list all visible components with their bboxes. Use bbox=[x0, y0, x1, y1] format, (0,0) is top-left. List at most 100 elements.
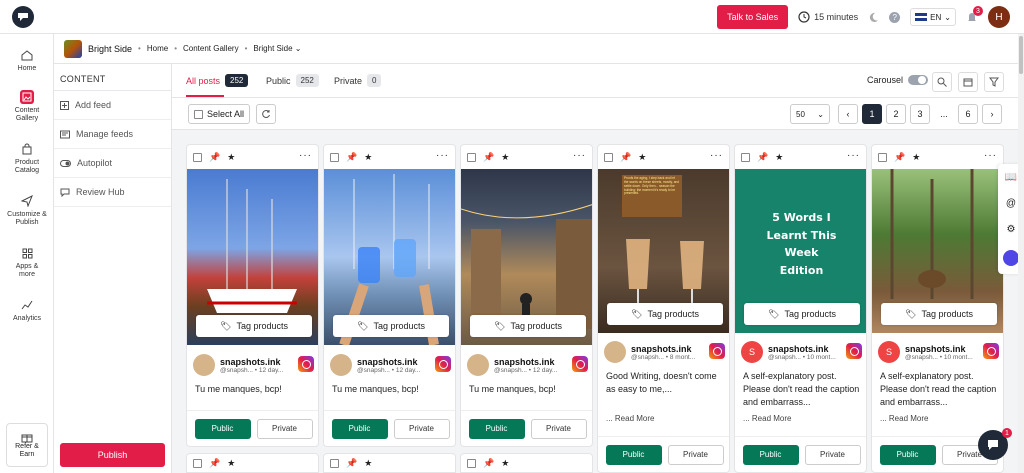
help-icon[interactable]: ? bbox=[889, 11, 901, 23]
book-icon[interactable]: 📖 bbox=[1005, 172, 1017, 183]
pin-icon[interactable]: 📌 bbox=[209, 458, 220, 469]
post-card[interactable]: 📌 ★ ··· 🏷 Tag products snapshots.ink @snap… bbox=[186, 144, 319, 447]
refresh-button[interactable] bbox=[256, 104, 276, 124]
post-card[interactable]: 📌 ★ ··· 🏷 Tag products S snapshots.ink @sn… bbox=[871, 144, 1004, 473]
star-icon[interactable]: ★ bbox=[227, 152, 235, 163]
star-icon[interactable]: ★ bbox=[912, 152, 920, 163]
page-button[interactable]: 2 bbox=[886, 104, 906, 124]
card-checkbox[interactable] bbox=[878, 152, 887, 162]
post-card-partial[interactable]: 📌 ★ bbox=[186, 453, 319, 473]
calendar-button[interactable] bbox=[958, 72, 978, 92]
make-public-button[interactable]: Public bbox=[468, 418, 525, 439]
tab-private[interactable]: Private 0 bbox=[334, 74, 382, 87]
select-all-checkbox[interactable]: Select All bbox=[188, 104, 251, 124]
make-public-button[interactable]: Public bbox=[194, 418, 251, 439]
search-button[interactable] bbox=[932, 72, 952, 92]
tag-products-button[interactable]: 🏷 Tag products bbox=[333, 315, 449, 337]
at-icon[interactable]: @ bbox=[1006, 198, 1016, 209]
star-icon[interactable]: ★ bbox=[364, 458, 372, 469]
post-card-partial[interactable]: 📌 ★ bbox=[460, 453, 593, 473]
make-private-button[interactable]: Private bbox=[530, 418, 587, 439]
post-card[interactable]: 📌 ★ ··· 🏷 Tag products snapshots.ink @snap… bbox=[460, 144, 593, 447]
app-logo[interactable] bbox=[12, 6, 34, 28]
assistant-icon[interactable] bbox=[1003, 250, 1019, 267]
subnav-autopilot[interactable]: Autopilot bbox=[54, 149, 171, 178]
make-private-button[interactable]: Private bbox=[804, 444, 861, 465]
notifications-button[interactable]: 3 bbox=[966, 6, 983, 23]
sidebar-item-home[interactable]: Home bbox=[0, 48, 54, 73]
pin-icon[interactable]: 📌 bbox=[209, 152, 220, 163]
make-private-button[interactable]: Private bbox=[256, 418, 313, 439]
per-page-select[interactable]: 50 ⌄ bbox=[790, 104, 830, 124]
read-more-link[interactable]: ... Read More bbox=[880, 414, 928, 423]
star-icon[interactable]: ★ bbox=[638, 152, 646, 163]
breadcrumb-home[interactable]: Home bbox=[147, 44, 168, 53]
more-options-icon[interactable]: ··· bbox=[436, 150, 449, 161]
talk-to-sales-button[interactable]: Talk to Sales bbox=[717, 5, 789, 29]
pin-icon[interactable]: 📌 bbox=[483, 152, 494, 163]
star-icon[interactable]: ★ bbox=[227, 458, 235, 469]
filter-button[interactable] bbox=[984, 72, 1004, 92]
pin-icon[interactable]: 📌 bbox=[894, 152, 905, 163]
chat-launcher-button[interactable]: 1 bbox=[978, 428, 1012, 460]
pin-icon[interactable]: 📌 bbox=[620, 152, 631, 163]
more-options-icon[interactable]: ··· bbox=[573, 150, 586, 161]
card-checkbox[interactable] bbox=[330, 152, 339, 162]
sidebar-item-customize-publish[interactable]: Customize & Publish bbox=[0, 194, 54, 228]
post-card[interactable]: 📌 ★ ··· Proofs the aging, I step back an… bbox=[597, 144, 730, 473]
publish-button[interactable]: Publish bbox=[60, 443, 165, 467]
card-checkbox[interactable] bbox=[741, 152, 750, 162]
page-scrollbar[interactable] bbox=[1018, 34, 1024, 473]
pin-icon[interactable]: 📌 bbox=[757, 152, 768, 163]
subnav-add-feed[interactable]: Add feed bbox=[54, 91, 171, 120]
post-card[interactable]: 📌 ★ ··· 🏷 Tag products snapshots.ink @snap… bbox=[323, 144, 456, 447]
sidebar-item-analytics[interactable]: Analytics bbox=[0, 298, 54, 323]
card-checkbox[interactable] bbox=[330, 458, 339, 468]
tag-products-button[interactable]: 🏷 Tag products bbox=[607, 303, 723, 325]
page-button[interactable]: 1 bbox=[862, 104, 882, 124]
more-options-icon[interactable]: ··· bbox=[710, 150, 723, 161]
read-more-link[interactable]: ... Read More bbox=[743, 414, 791, 423]
language-select[interactable]: EN ⌄ bbox=[910, 8, 956, 26]
card-checkbox[interactable] bbox=[193, 152, 202, 162]
pin-icon[interactable]: 📌 bbox=[346, 152, 357, 163]
make-public-button[interactable]: Public bbox=[742, 444, 799, 465]
page-button[interactable]: 6 bbox=[958, 104, 978, 124]
star-icon[interactable]: ★ bbox=[501, 152, 509, 163]
page-button[interactable]: 3 bbox=[910, 104, 930, 124]
tag-products-button[interactable]: 🏷 Tag products bbox=[744, 303, 860, 325]
subnav-review-hub[interactable]: Review Hub bbox=[54, 178, 171, 207]
make-public-button[interactable]: Public bbox=[879, 444, 936, 465]
make-public-button[interactable]: Public bbox=[331, 418, 388, 439]
read-more-link[interactable]: ... Read More bbox=[606, 414, 654, 423]
breadcrumb-current[interactable]: Bright Side ⌄ bbox=[253, 44, 301, 53]
card-checkbox[interactable] bbox=[604, 152, 613, 162]
sidebar-item-apps[interactable]: Apps & more bbox=[0, 246, 54, 280]
star-icon[interactable]: ★ bbox=[775, 152, 783, 163]
next-page-button[interactable]: › bbox=[982, 104, 1002, 124]
subnav-manage-feeds[interactable]: Manage feeds bbox=[54, 120, 171, 149]
make-public-button[interactable]: Public bbox=[605, 444, 662, 465]
tab-all-posts[interactable]: All posts 252 bbox=[186, 74, 249, 87]
prev-page-button[interactable]: ‹ bbox=[838, 104, 858, 124]
post-card-partial[interactable]: 📌 ★ bbox=[323, 453, 456, 473]
card-checkbox[interactable] bbox=[193, 458, 202, 468]
more-options-icon[interactable]: ··· bbox=[984, 150, 997, 161]
pin-icon[interactable]: 📌 bbox=[346, 458, 357, 469]
make-private-button[interactable]: Private bbox=[667, 444, 724, 465]
card-checkbox[interactable] bbox=[467, 458, 476, 468]
more-options-icon[interactable]: ··· bbox=[299, 150, 312, 161]
sidebar-item-content-gallery[interactable]: Content Gallery bbox=[0, 90, 54, 124]
pin-icon[interactable]: 📌 bbox=[483, 458, 494, 469]
tab-public[interactable]: Public 252 bbox=[266, 74, 319, 87]
carousel-toggle[interactable] bbox=[908, 75, 928, 85]
user-avatar[interactable]: H bbox=[988, 6, 1010, 28]
tag-products-button[interactable]: 🏷 Tag products bbox=[196, 315, 312, 337]
refer-earn-button[interactable]: Refer & Earn bbox=[6, 423, 48, 467]
tag-products-button[interactable]: 🏷 Tag products bbox=[470, 315, 586, 337]
breadcrumb-gallery[interactable]: Content Gallery bbox=[183, 44, 239, 53]
moon-icon[interactable] bbox=[868, 12, 879, 23]
more-options-icon[interactable]: ··· bbox=[847, 150, 860, 161]
sidebar-item-product-catalog[interactable]: Product Catalog bbox=[0, 142, 54, 176]
star-icon[interactable]: ★ bbox=[501, 458, 509, 469]
